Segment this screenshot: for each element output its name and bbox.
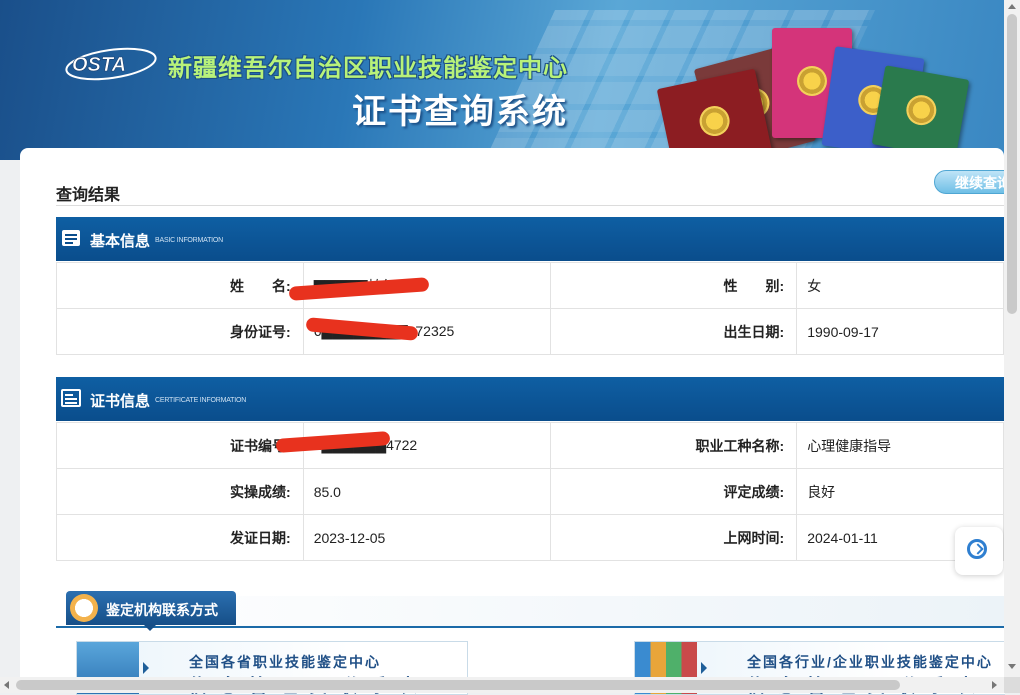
table-row: 实操成绩: 85.0 评定成绩: 良好 [56, 468, 1004, 515]
rating-label: 评定成绩: [549, 468, 798, 515]
table-row: 身份证号: 6▇▇▇▇▇▇▇▇172325 出生日期: 1990-09-17 [56, 308, 1004, 355]
occupation-label: 职业工种名称: [549, 422, 798, 469]
scroll-left-icon[interactable] [4, 681, 9, 689]
refresh-icon [967, 539, 987, 559]
industry-link-line1: 全国各行业/企业职业技能鉴定中心 [747, 654, 993, 670]
table-row: 姓 名: ▇▇▇▇▇帕尔 性 别: 女 [56, 262, 1004, 309]
system-title: 证书查询系统 [352, 93, 568, 131]
birth-value: 1990-09-17 [796, 308, 1004, 355]
horizontal-scroll-thumb[interactable] [16, 680, 900, 690]
svg-text:OSTA: OSTA [72, 54, 126, 76]
name-label: 姓 名: [56, 262, 304, 309]
cert-info-header: 证书信息 CERTIFICATE INFORMATION [56, 377, 1004, 421]
basic-info-header: 基本信息 BASIC INFORMATION [56, 217, 1004, 261]
contact-section-tab: 鉴定机构联系方式 [66, 591, 236, 631]
basic-info-title: 基本信息 [90, 233, 151, 250]
gender-value: 女 [796, 262, 1004, 309]
divider [56, 205, 1004, 206]
scroll-down-icon[interactable] [1008, 664, 1016, 669]
table-row: 证书编号: 2▇▇▇▇▇▇4722 职业工种名称: 心理健康指导 [56, 422, 1004, 469]
document-icon [62, 230, 80, 246]
practical-score-value: 85.0 [302, 468, 551, 515]
phone-icon [70, 594, 98, 622]
province-link-line1: 全国各省职业技能鉴定中心 [189, 654, 381, 670]
certificate-book-green [871, 65, 970, 159]
scrollbar-corner [1004, 677, 1020, 693]
tab-pointer [144, 625, 156, 631]
rating-value: 良好 [796, 468, 1004, 515]
org-title: 新疆维吾尔自治区职业技能鉴定中心 [168, 55, 568, 82]
table-row: 发证日期: 2023-12-05 上网时间: 2024-01-11 [56, 514, 1004, 561]
issue-date-label: 发证日期: [56, 514, 304, 561]
contact-title: 鉴定机构联系方式 [106, 602, 218, 618]
cert-info-table: 证书编号: 2▇▇▇▇▇▇4722 职业工种名称: 心理健康指导 实操成绩: 8… [56, 422, 1004, 561]
basic-info-subtitle: BASIC INFORMATION [155, 237, 224, 244]
certificate-icon [61, 389, 81, 407]
cert-info-title: 证书信息 [90, 393, 151, 410]
basic-info-table: 姓 名: ▇▇▇▇▇帕尔 性 别: 女 身份证号: 6▇▇▇▇▇▇▇▇17232… [56, 262, 1004, 355]
scroll-up-icon[interactable] [1008, 4, 1016, 9]
header-banner: OSTA 新疆维吾尔自治区职业技能鉴定中心 证书查询系统 [0, 0, 1004, 160]
id-label: 身份证号: [56, 308, 304, 355]
vertical-scroll-thumb[interactable] [1007, 14, 1017, 314]
floating-helper-button[interactable] [955, 527, 1003, 575]
issue-date-value: 2023-12-05 [302, 514, 551, 561]
gender-label: 性 别: [549, 262, 798, 309]
online-time-label: 上网时间: [549, 514, 798, 561]
horizontal-scrollbar[interactable] [0, 677, 1004, 693]
cert-info-subtitle: CERTIFICATE INFORMATION [155, 397, 247, 404]
osta-logo: OSTA [65, 47, 157, 81]
vertical-scrollbar[interactable] [1004, 0, 1020, 677]
practical-score-label: 实操成绩: [56, 468, 304, 515]
result-title: 查询结果 [56, 187, 121, 204]
occupation-value: 心理健康指导 [796, 422, 1004, 469]
cert-no-label: 证书编号: [56, 422, 304, 469]
birth-label: 出生日期: [549, 308, 798, 355]
scroll-right-icon[interactable] [992, 681, 997, 689]
